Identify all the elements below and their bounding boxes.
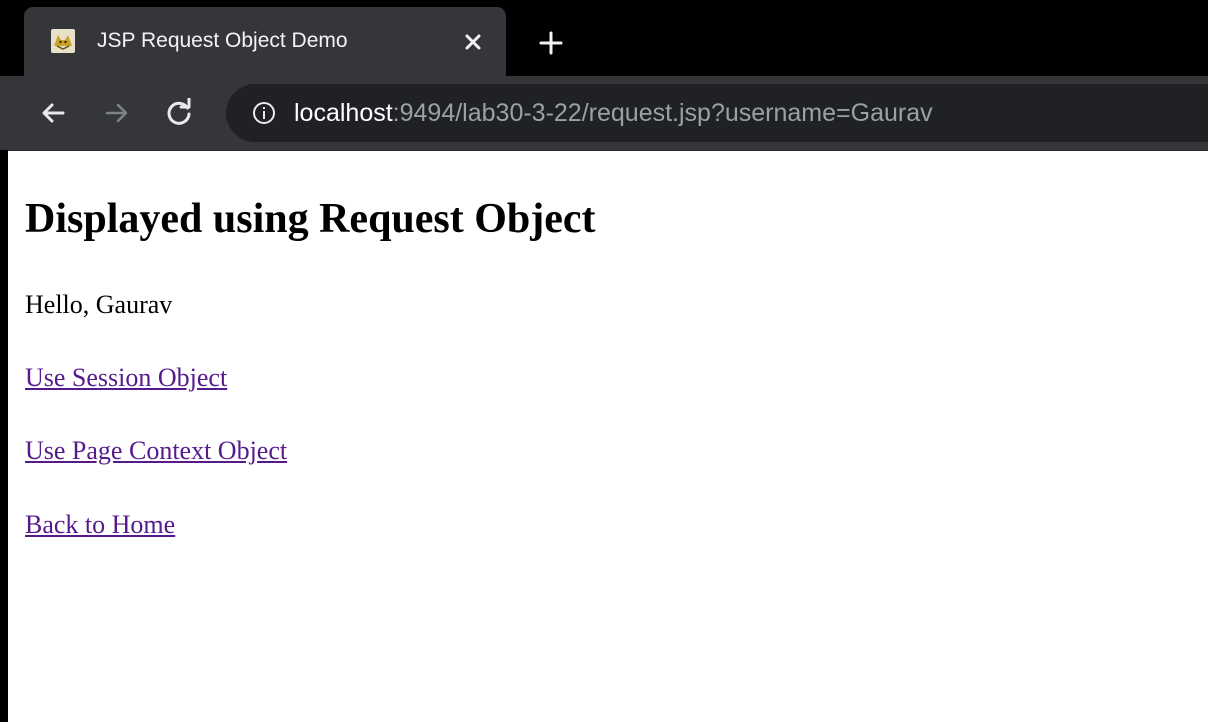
window-frame-edge [0,150,8,722]
plus-icon[interactable] [536,28,566,58]
address-url[interactable]: localhost:9494/lab30-3-22/request.jsp?us… [294,99,933,127]
greeting-text: Hello, Gaurav [25,290,173,319]
url-host: localhost [294,99,393,127]
forward-arrow-icon[interactable] [102,98,132,128]
info-icon[interactable] [252,101,276,125]
tab-strip: JSP Request Object Demo [0,0,1208,79]
use-session-object-link[interactable]: Use Session Object [25,362,227,394]
back-to-home-link[interactable]: Back to Home [25,509,175,541]
use-page-context-object-link[interactable]: Use Page Context Object [25,435,287,467]
browser-tab-active[interactable]: JSP Request Object Demo [24,7,506,79]
page-heading: Displayed using Request Object [25,196,596,242]
reload-icon[interactable] [164,98,194,128]
tomcat-icon [51,29,75,53]
url-path: :9494/lab30-3-22/request.jsp?username=Ga… [392,99,933,127]
address-bar[interactable]: localhost:9494/lab30-3-22/request.jsp?us… [226,84,1208,142]
back-arrow-icon[interactable] [38,98,68,128]
browser-toolbar: localhost:9494/lab30-3-22/request.jsp?us… [0,76,1208,151]
tab-title: JSP Request Object Demo [97,29,348,52]
close-icon[interactable] [459,28,487,56]
